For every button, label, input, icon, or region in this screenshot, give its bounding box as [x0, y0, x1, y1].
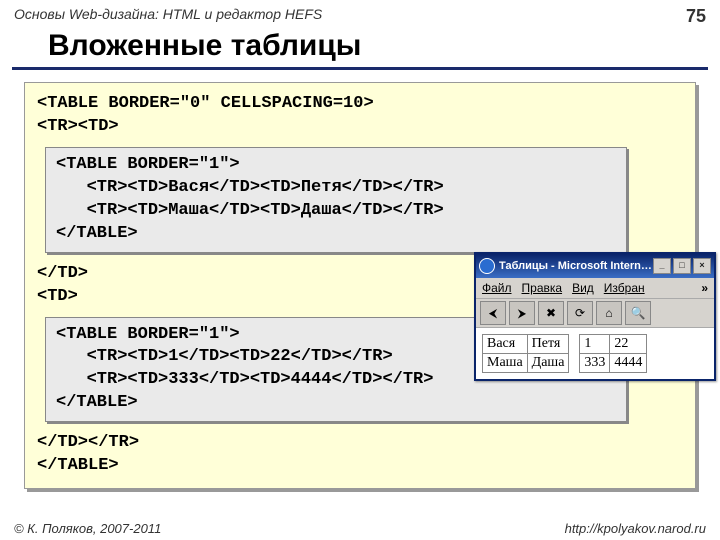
ie-icon	[479, 258, 495, 274]
rendered-table-1: Вася Петя Маша Даша	[482, 334, 569, 373]
menu-favorites[interactable]: Избран	[604, 281, 645, 295]
table-cell: 333	[580, 354, 610, 373]
close-button[interactable]: ×	[693, 258, 711, 274]
browser-content: Вася Петя Маша Даша 1 22 333 4444	[476, 328, 714, 379]
stop-icon: ✖	[546, 306, 556, 320]
browser-window: Таблицы - Microsoft Intern… _ □ × Файл П…	[474, 252, 716, 381]
code-block-inner-1: <TABLE BORDER="1"> <TR><TD>Вася</TD><TD>…	[45, 147, 627, 253]
code-line: <TR><TD>Маша</TD><TD>Даша</TD></TR>	[56, 200, 616, 223]
menu-view[interactable]: Вид	[572, 281, 594, 295]
header-bar: Основы Web-дизайна: HTML и редактор HEFS…	[0, 0, 720, 29]
arrow-left-icon: ⮜	[489, 306, 498, 321]
table-row: Вася Петя	[483, 335, 569, 354]
code-line: <TABLE BORDER="1">	[56, 154, 616, 177]
home-button[interactable]: ⌂	[596, 301, 622, 325]
back-button[interactable]: ⮜	[480, 301, 506, 325]
table-cell: Даша	[527, 354, 569, 373]
table-cell: 22	[610, 335, 647, 354]
search-icon: 🔍	[631, 306, 646, 320]
footer: © К. Поляков, 2007-2011 http://kpolyakov…	[0, 521, 720, 536]
browser-toolbar: ⮜ ⮞ ✖ ⟳ ⌂ 🔍	[476, 299, 714, 328]
footer-url: http://kpolyakov.narod.ru	[565, 521, 706, 536]
code-line: <TABLE BORDER="0" CELLSPACING=10>	[37, 93, 683, 116]
table-cell: Петя	[527, 335, 569, 354]
table-cell: 1	[580, 335, 610, 354]
home-icon: ⌂	[605, 306, 612, 320]
rendered-table-2: 1 22 333 4444	[579, 334, 647, 373]
code-line: </TABLE>	[37, 455, 683, 478]
table-cell: Маша	[483, 354, 528, 373]
search-button[interactable]: 🔍	[625, 301, 651, 325]
minimize-button[interactable]: _	[653, 258, 671, 274]
forward-button[interactable]: ⮞	[509, 301, 535, 325]
table-row: Маша Даша	[483, 354, 569, 373]
page-title: Вложенные таблицы	[12, 29, 708, 70]
table-cell: Вася	[483, 335, 528, 354]
table-row: 1 22	[580, 335, 647, 354]
menu-more-icon[interactable]: »	[701, 281, 708, 295]
breadcrumb: Основы Web-дизайна: HTML и редактор HEFS	[14, 6, 322, 27]
code-line: </TABLE>	[56, 223, 616, 246]
arrow-right-icon: ⮞	[518, 306, 527, 321]
stop-button[interactable]: ✖	[538, 301, 564, 325]
window-buttons: _ □ ×	[653, 258, 711, 274]
menu-edit[interactable]: Правка	[522, 281, 563, 295]
table-row: 333 4444	[580, 354, 647, 373]
page-number: 75	[686, 6, 706, 27]
browser-titlebar: Таблицы - Microsoft Intern… _ □ ×	[476, 254, 714, 278]
copyright: © К. Поляков, 2007-2011	[14, 521, 161, 536]
browser-menubar: Файл Правка Вид Избран »	[476, 278, 714, 299]
maximize-button[interactable]: □	[673, 258, 691, 274]
code-line: </TD></TR>	[37, 432, 683, 455]
refresh-button[interactable]: ⟳	[567, 301, 593, 325]
code-line: </TABLE>	[56, 392, 616, 415]
menu-file[interactable]: Файл	[482, 281, 512, 295]
refresh-icon: ⟳	[575, 306, 585, 320]
browser-title: Таблицы - Microsoft Intern…	[499, 260, 653, 272]
table-cell: 4444	[610, 354, 647, 373]
code-line: <TR><TD>Вася</TD><TD>Петя</TD></TR>	[56, 177, 616, 200]
code-line: <TR><TD>	[37, 116, 683, 139]
